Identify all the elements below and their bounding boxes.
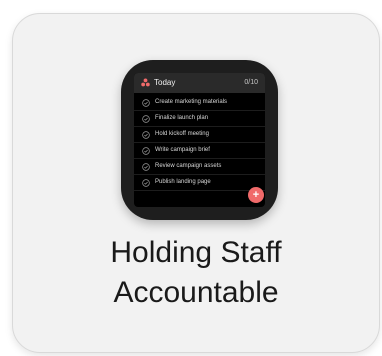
task-row[interactable]: Finalize launch plan xyxy=(134,111,265,127)
check-circle-icon[interactable] xyxy=(142,147,150,155)
widget-title: Today xyxy=(154,78,176,87)
widget-screen: Today 0/10 Create marketing materials Fi… xyxy=(134,73,265,207)
task-row[interactable]: Review campaign assets xyxy=(134,159,265,175)
task-row[interactable]: Hold kickoff meeting xyxy=(134,127,265,143)
task-row[interactable]: Write campaign brief xyxy=(134,143,265,159)
widget-header: Today 0/10 xyxy=(134,73,265,93)
task-row[interactable]: Publish landing page xyxy=(134,175,265,191)
task-label: Publish landing page xyxy=(155,179,211,185)
task-label: Write campaign brief xyxy=(155,147,210,153)
check-circle-icon[interactable] xyxy=(142,131,150,139)
check-circle-icon[interactable] xyxy=(142,179,150,187)
add-task-button[interactable]: + xyxy=(248,187,264,203)
feature-title-line-1: Holding Staff xyxy=(110,236,282,269)
asana-logo-icon xyxy=(141,78,150,87)
check-circle-icon[interactable] xyxy=(142,115,150,123)
widget-preview: Today 0/10 Create marketing materials Fi… xyxy=(121,60,278,220)
task-label: Create marketing materials xyxy=(155,99,228,105)
task-label: Review campaign assets xyxy=(155,163,222,169)
task-label: Finalize launch plan xyxy=(155,115,209,121)
feature-title-line-2: Accountable xyxy=(113,276,279,309)
task-count: 0/10 xyxy=(244,79,258,86)
task-label: Hold kickoff meeting xyxy=(155,131,209,137)
check-circle-icon[interactable] xyxy=(142,99,150,107)
check-circle-icon[interactable] xyxy=(142,163,150,171)
task-row[interactable]: Create marketing materials xyxy=(134,95,265,111)
